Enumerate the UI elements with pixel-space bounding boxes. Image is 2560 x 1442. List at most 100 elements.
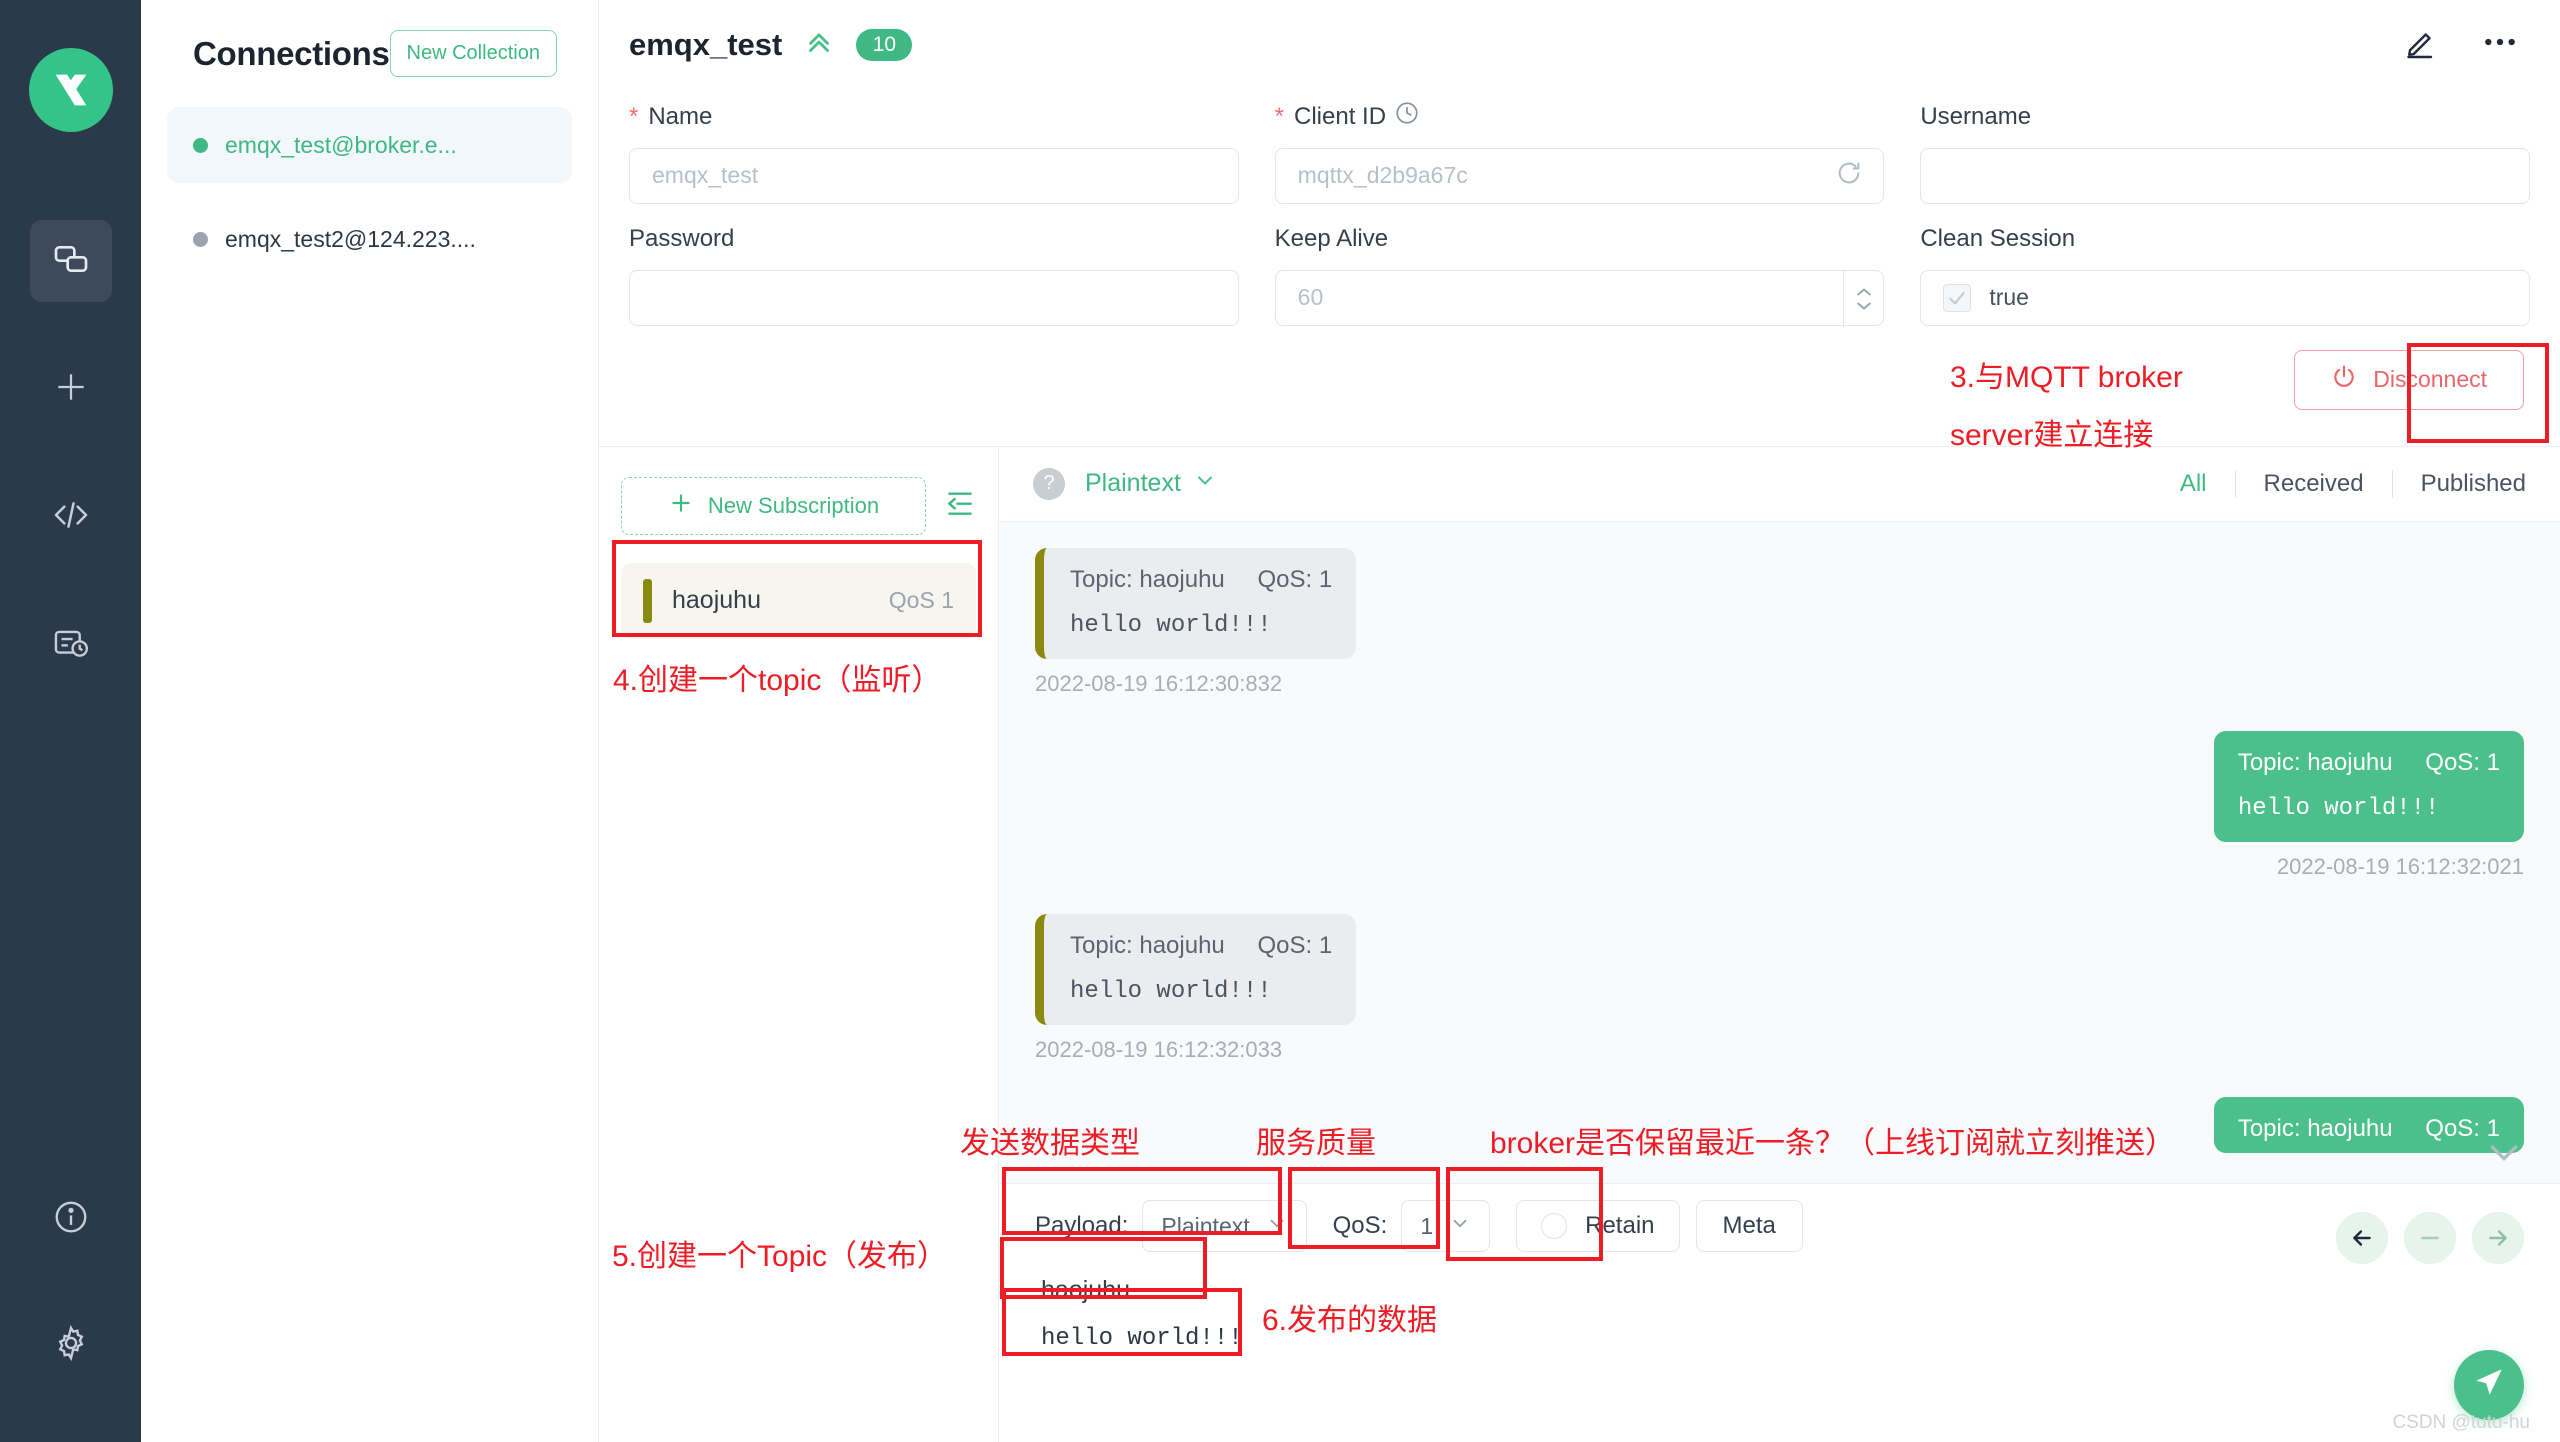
minus-icon[interactable]	[2404, 1212, 2456, 1265]
send-button[interactable]	[2454, 1349, 2524, 1420]
annotation-7: 发送数据类型	[960, 1127, 1140, 1160]
label-text: Name	[648, 102, 713, 130]
message-bubble[interactable]: Topic: haojuhu QoS: 1	[2213, 1097, 2524, 1154]
double-chevron-up-icon[interactable]	[802, 25, 836, 64]
annotation-9: broker是否保留最近一条？（上线订阅就立刻推送）	[1490, 1127, 2176, 1160]
message-topic: Topic: haojuhu	[1070, 566, 1225, 594]
connection-list-item-emqx-test2[interactable]: emqx_test2@124.223....	[167, 201, 572, 277]
message-qos: QoS: 1	[1257, 932, 1333, 960]
sidebar-item-new-connection[interactable]	[30, 348, 112, 430]
sidebar-item-log[interactable]	[30, 604, 112, 686]
refresh-icon[interactable]	[1835, 159, 1863, 193]
annotation-3-line1: 3.与MQTT broker	[1950, 361, 2183, 394]
payload-format-group: Payload: Plaintext	[1035, 1200, 1307, 1253]
gear-icon	[52, 1324, 90, 1367]
publish-payload-format-value: Plaintext	[1161, 1212, 1250, 1239]
sidebar-item-scripts[interactable]	[30, 476, 112, 558]
clock-icon[interactable]	[1394, 100, 1420, 133]
form-row-2: Password Keep Alive 60 Clean Session tru…	[629, 222, 2531, 344]
retain-label: Retain	[1585, 1212, 1655, 1240]
sidebar-item-about[interactable]	[30, 1178, 112, 1260]
subscription-topic: haojuhu	[672, 586, 761, 614]
name-input[interactable]: emqx_test	[629, 147, 1239, 204]
connection-label: emqx_test2@124.223....	[225, 225, 476, 252]
divider	[2391, 469, 2393, 498]
annotation-3-line2: server建立连接	[1950, 419, 2154, 452]
code-icon	[51, 495, 91, 540]
sidebar-item-connections[interactable]	[29, 220, 112, 302]
message-payload: hello world!!!	[1070, 612, 1272, 640]
chevron-down-icon[interactable]	[2484, 1132, 2524, 1177]
message-bubble[interactable]: Topic: haojuhu QoS: 1 hello world!!!	[1035, 914, 1357, 1026]
message-qos: QoS: 1	[2425, 749, 2500, 777]
filter-all[interactable]: All	[2180, 470, 2207, 498]
message-payload: hello world!!!	[2237, 795, 2440, 823]
icon-rail	[0, 0, 141, 1442]
publish-options-row: Payload: Plaintext QoS: 1 Retain Meta	[1035, 1198, 2524, 1265]
main-area: emqx_test 10 * Name emqx_test * Client I…	[599, 0, 2560, 1442]
subscription-qos: QoS 1	[888, 587, 954, 613]
connection-list-item-emqx-test[interactable]: emqx_test@broker.e...	[167, 107, 572, 183]
label-text: Keep Alive	[1274, 224, 1389, 252]
chevron-down-icon	[1449, 1212, 1471, 1240]
ellipsis-icon[interactable]	[2480, 22, 2520, 67]
bottom-split: New Subscription haojuhu QoS 1 ? Plainte…	[599, 446, 2560, 1442]
retain-toggle[interactable]: Retain	[1516, 1200, 1680, 1253]
password-input[interactable]	[629, 269, 1239, 326]
plus-icon	[52, 368, 90, 411]
filter-received[interactable]: Received	[2264, 470, 2364, 498]
publish-qos-value: 1	[1420, 1212, 1434, 1239]
username-label: Username	[1920, 100, 2530, 134]
collapse-list-icon[interactable]	[944, 487, 976, 524]
username-input[interactable]	[1920, 147, 2531, 204]
label-text: Clean Session	[1920, 224, 2076, 252]
filter-published[interactable]: Published	[2421, 470, 2526, 498]
field-name: * Name emqx_test	[629, 100, 1239, 204]
pencil-icon[interactable]	[2404, 24, 2440, 65]
keep-alive-input[interactable]: 60	[1274, 269, 1885, 327]
clean-session-checkbox[interactable]	[1943, 283, 1972, 312]
mqttx-window: Connections New Collection emqx_test@bro…	[0, 0, 2560, 1442]
form-row-1: * Name emqx_test * Client ID mqttx_d2b9a…	[629, 100, 2531, 222]
clean-session-checkbox-row[interactable]: true	[1920, 269, 2531, 326]
publish-payload-format-select[interactable]: Plaintext	[1142, 1200, 1307, 1253]
message-bubble[interactable]: Topic: haojuhu QoS: 1 hello world!!!	[2213, 731, 2524, 843]
messages-panel: ? Plaintext All Received Published Topic…	[999, 446, 2560, 1442]
annotation-6: 6.发布的数据	[1262, 1304, 1438, 1337]
retain-radio[interactable]	[1541, 1213, 1568, 1240]
publish-qos-select[interactable]: 1	[1401, 1200, 1491, 1253]
new-collection-button[interactable]: New Collection	[389, 30, 557, 77]
field-clean-session: Clean Session true	[1920, 222, 2531, 326]
rail-bottom-icons	[30, 1178, 112, 1442]
arrow-right-icon[interactable]	[2472, 1212, 2524, 1265]
label-text: Client ID	[1294, 102, 1387, 130]
link-icon	[51, 239, 91, 284]
disconnect-button[interactable]: Disconnect	[2294, 349, 2524, 410]
sidebar-item-settings[interactable]	[30, 1304, 112, 1386]
annotation-4: 4.创建一个topic（监听）	[613, 664, 942, 697]
subscription-item[interactable]: haojuhu QoS 1	[621, 562, 976, 639]
divider	[2234, 469, 2236, 498]
message-topic: Topic: haojuhu	[2237, 749, 2393, 777]
message-list[interactable]: Topic: haojuhu QoS: 1 hello world!!! 202…	[999, 522, 2560, 1184]
log-clock-icon	[52, 624, 90, 667]
new-subscription-button[interactable]: New Subscription	[621, 476, 926, 535]
client-id-input[interactable]: mqttx_d2b9a67c	[1274, 147, 1885, 204]
message-item-published: Topic: haojuhu QoS: 1 hello world!!! 202…	[1035, 731, 2524, 880]
message-bubble[interactable]: Topic: haojuhu QoS: 1 hello world!!!	[1035, 548, 1357, 660]
messages-toolbar: ? Plaintext All Received Published	[999, 446, 2560, 523]
message-topic: Topic: haojuhu	[1070, 932, 1225, 960]
keep-alive-stepper[interactable]	[1843, 270, 1883, 327]
publish-topic-input[interactable]: haojuhu	[1035, 1254, 2524, 1319]
arrow-left-icon[interactable]	[2336, 1212, 2388, 1265]
message-payload: hello world!!!	[1070, 978, 1272, 1006]
question-icon[interactable]: ?	[1033, 467, 1065, 500]
message-timestamp: 2022-08-19 16:12:30:832	[1035, 671, 1283, 697]
meta-button[interactable]: Meta	[1695, 1200, 1803, 1253]
connection-form: * Name emqx_test * Client ID mqttx_d2b9a…	[599, 90, 2560, 447]
payload-format-select[interactable]: Plaintext	[1085, 468, 1217, 499]
status-dot-disconnected	[193, 231, 208, 247]
message-meta: Topic: haojuhu QoS: 1	[2238, 1115, 2500, 1143]
publish-payload-input[interactable]: hello world!!!	[1035, 1319, 2524, 1358]
field-password: Password	[629, 222, 1239, 326]
